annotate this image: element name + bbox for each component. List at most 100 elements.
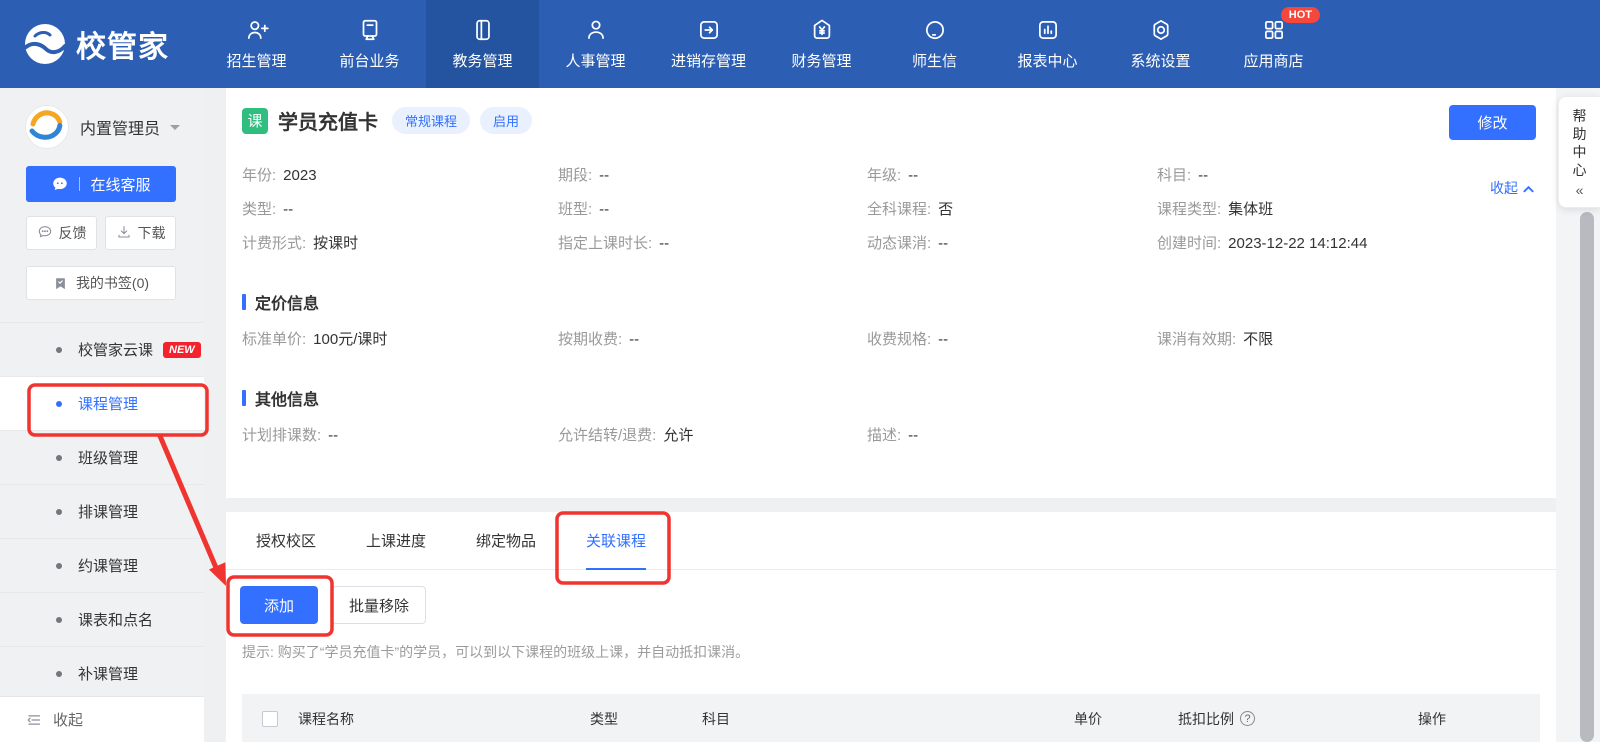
user-name: 内置管理员 xyxy=(80,121,161,138)
sidebar-item-class-management[interactable]: 班级管理 xyxy=(0,431,204,485)
box-arrow-icon xyxy=(696,17,722,43)
nav-item-label: 报表中心 xyxy=(1017,53,1078,70)
field-description: 描述: -- xyxy=(867,427,919,444)
sidebar-item-makeup-class[interactable]: 补课管理 xyxy=(0,647,204,701)
app-logo: 校管家 xyxy=(0,0,200,88)
help-center-label: 帮助中心 xyxy=(1572,107,1587,178)
column-action: 操作 xyxy=(1418,710,1446,727)
tag-enabled: 启用 xyxy=(480,107,533,134)
bookmarks-button[interactable]: 我的书签(0) xyxy=(26,266,176,300)
column-course-name: 课程名称 xyxy=(298,710,354,727)
field-period: 期段: -- xyxy=(558,167,610,184)
field-type: 类型: -- xyxy=(242,201,294,218)
sidebar-item-label: 约课管理 xyxy=(78,558,139,575)
hot-badge: HOT xyxy=(1280,7,1320,23)
sidebar-item-cloud-class[interactable]: 校管家云课 NEW xyxy=(0,323,204,377)
edit-button[interactable]: 修改 xyxy=(1449,105,1536,140)
course-detail-card: 课 学员充值卡 常规课程 启用 修改 收起 年份: 2023 期段: -- 年级: -… xyxy=(226,88,1556,498)
online-service-button[interactable]: 在线客服 xyxy=(26,166,176,202)
bullet-icon xyxy=(56,454,62,461)
sidebar-collapse-label: 收起 xyxy=(53,712,84,729)
detail-collapse-link[interactable]: 收起 xyxy=(1490,178,1534,198)
help-center-tab[interactable]: 帮助中心 « xyxy=(1558,96,1600,208)
tab-class-progress[interactable]: 上课进度 xyxy=(366,512,426,570)
new-badge: NEW xyxy=(163,341,201,358)
nav-item-inventory[interactable]: 进销存管理 xyxy=(652,0,765,88)
field-refund-allowed: 允许结转/退费: 允许 xyxy=(558,427,694,444)
nav-item-label: 进销存管理 xyxy=(670,53,746,70)
bullet-icon xyxy=(56,670,62,677)
finance-yuan-icon xyxy=(809,17,835,43)
online-service-label: 在线客服 xyxy=(90,176,151,194)
chat-icon xyxy=(53,177,68,190)
bullet-icon xyxy=(56,508,62,515)
bookmarks-label: 我的书签(0) xyxy=(75,275,150,291)
nav-item-appstore[interactable]: 应用商店 HOT xyxy=(1217,0,1330,88)
sidebar-item-label: 课表和点名 xyxy=(78,612,154,629)
sidebar-item-timetable-rollcall[interactable]: 课表和点名 xyxy=(0,593,204,647)
bullet-icon xyxy=(56,562,62,569)
add-button[interactable]: 添加 xyxy=(240,586,318,624)
select-all-checkbox[interactable] xyxy=(262,710,278,727)
section-bar xyxy=(242,294,246,310)
sidebar-item-label: 排课管理 xyxy=(78,504,139,521)
field-duration: 指定上课时长: -- xyxy=(558,235,670,252)
help-question-icon[interactable]: ? xyxy=(1240,711,1255,726)
user-menu[interactable]: 内置管理员 xyxy=(0,88,204,150)
sidebar: 内置管理员 在线客服 反馈 下载 我的书签(0) 校管家云课 NEW 课程管理 … xyxy=(0,88,204,742)
sidebar-collapse-button[interactable]: 收起 xyxy=(0,696,204,742)
nav-item-label: 财务管理 xyxy=(791,53,852,70)
nav-item-frontdesk[interactable]: 前台业务 xyxy=(313,0,426,88)
message-ring-icon xyxy=(922,17,948,43)
tag-regular-course: 常规课程 xyxy=(392,107,471,134)
field-year: 年份: 2023 xyxy=(242,167,317,184)
pricing-section-title: 定价信息 xyxy=(242,290,1536,314)
bar-chart-icon xyxy=(1035,17,1061,43)
sidebar-menu: 校管家云课 NEW 课程管理 班级管理 排课管理 约课管理 课表和点名 补课管理 xyxy=(0,322,204,701)
table-actions: 添加 批量移除 xyxy=(240,586,1556,624)
feedback-button[interactable]: 反馈 xyxy=(26,216,97,250)
course-header: 课 学员充值卡 常规课程 启用 xyxy=(242,88,1536,135)
top-nav: 校管家 招生管理 前台业务 教务管理 人事管理 进销存管理 财务管理 师生信 报… xyxy=(0,0,1600,88)
person-icon xyxy=(583,17,609,43)
sidebar-item-booking[interactable]: 约课管理 xyxy=(0,539,204,593)
nav-item-label: 前台业务 xyxy=(339,53,400,70)
field-fee-spec: 收费规格: -- xyxy=(867,331,949,348)
bullet-icon xyxy=(56,400,62,407)
download-icon xyxy=(116,224,132,243)
batch-remove-button[interactable]: 批量移除 xyxy=(332,586,426,624)
nav-item-label: 人事管理 xyxy=(565,53,626,70)
tab-bound-items[interactable]: 绑定物品 xyxy=(476,512,536,570)
tab-related-courses[interactable]: 关联课程 xyxy=(586,512,647,570)
nav-item-settings[interactable]: 系统设置 xyxy=(1104,0,1217,88)
nav-item-label: 招生管理 xyxy=(226,53,287,70)
sidebar-item-scheduling[interactable]: 排课管理 xyxy=(0,485,204,539)
nav-item-academic[interactable]: 教务管理 xyxy=(426,0,539,88)
nav-item-teacher-student[interactable]: 师生信 xyxy=(878,0,991,88)
field-dynamic-consume: 动态课消: -- xyxy=(867,235,949,252)
column-type: 类型 xyxy=(590,710,618,727)
nav-item-enrollment[interactable]: 招生管理 xyxy=(200,0,313,88)
collapse-menu-icon xyxy=(27,714,41,725)
basic-info-grid: 年份: 2023 期段: -- 年级: -- 科目: -- 类型: -- 班型: -- 全科… xyxy=(242,165,1536,254)
bullet-icon xyxy=(56,346,62,353)
pricing-row: 标准单价: 100元/课时 按期收费: -- 收费规格: -- 课消有效期: 不限 xyxy=(242,329,1536,350)
nav-item-finance[interactable]: 财务管理 xyxy=(765,0,878,88)
vertical-scrollbar-thumb[interactable] xyxy=(1580,212,1594,742)
field-subject: 科目: -- xyxy=(1157,167,1209,184)
book-icon xyxy=(470,17,496,43)
bullet-icon xyxy=(56,616,62,623)
sidebar-item-label: 校管家云课 xyxy=(78,342,154,359)
annotation-arrow-head xyxy=(209,562,226,586)
related-course-card: 授权校区 上课进度 绑定物品 关联课程 添加 批量移除 提示: 购买了“学员充值… xyxy=(226,512,1556,742)
table-header-row: 课程名称 类型 科目 单价 抵扣比例 ? 操作 xyxy=(242,694,1540,742)
nav-item-reports[interactable]: 报表中心 xyxy=(991,0,1104,88)
download-button[interactable]: 下载 xyxy=(105,216,176,250)
page-title: 学员充值卡 xyxy=(278,112,378,134)
sidebar-item-course-management[interactable]: 课程管理 xyxy=(0,377,204,431)
column-deduct-ratio: 抵扣比例 ? xyxy=(1178,709,1418,729)
column-unit-price: 单价 xyxy=(1074,710,1102,727)
divider xyxy=(79,177,81,191)
nav-item-hr[interactable]: 人事管理 xyxy=(539,0,652,88)
tab-authorized-campus[interactable]: 授权校区 xyxy=(256,512,316,570)
